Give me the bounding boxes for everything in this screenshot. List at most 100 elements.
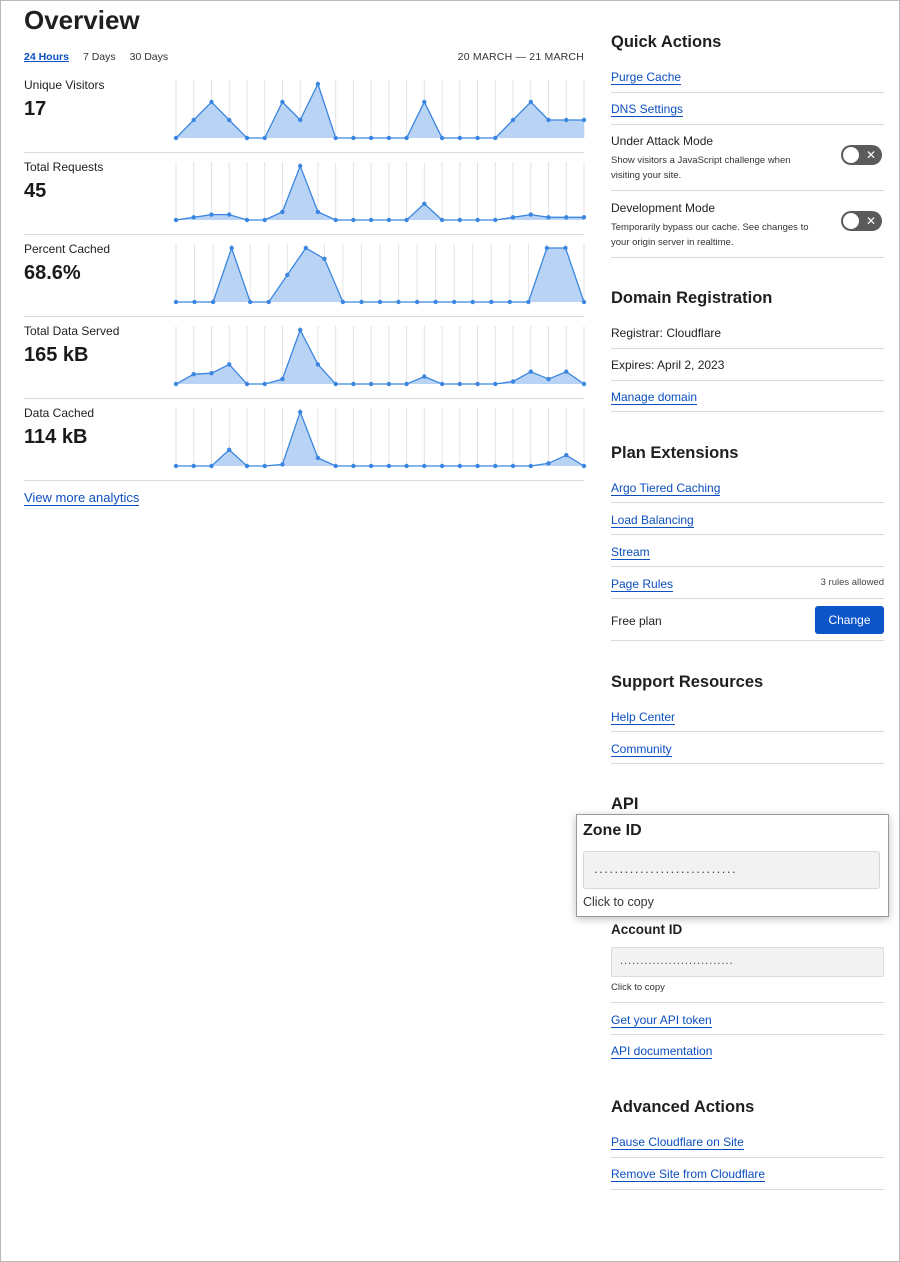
data-point xyxy=(351,217,356,223)
data-point xyxy=(333,217,338,223)
tab-7-days[interactable]: 7 Days xyxy=(83,51,116,63)
data-point xyxy=(173,135,179,141)
manage-domain-link[interactable]: Manage domain xyxy=(611,390,698,405)
get-api-token-link[interactable]: Get your API token xyxy=(611,1013,712,1028)
manage-domain-row: Manage domain xyxy=(611,381,884,412)
account-id-copy-hint[interactable]: Click to copy xyxy=(611,982,665,993)
data-point xyxy=(315,81,321,87)
data-point xyxy=(546,215,551,220)
account-id-field[interactable]: ............................ xyxy=(611,947,884,977)
data-point xyxy=(510,117,516,123)
dns-settings-row: DNS Settings xyxy=(611,93,884,125)
data-point xyxy=(475,217,480,223)
toggle-knob xyxy=(843,147,859,163)
data-point xyxy=(422,374,427,379)
date-range: 20 MARCH — 21 MARCH xyxy=(457,51,584,63)
pause-cloudflare-link[interactable]: Pause Cloudflare on Site xyxy=(611,1135,744,1150)
under-attack-title: Under Attack Mode xyxy=(611,134,714,148)
zone-id-field[interactable]: ............................ xyxy=(583,851,880,889)
registrar-text: Registrar: Cloudflare xyxy=(611,326,722,340)
data-point xyxy=(510,215,516,220)
data-point xyxy=(439,381,445,387)
data-point xyxy=(262,381,267,387)
dev-mode-toggle[interactable]: ✕ xyxy=(841,211,882,231)
data-point xyxy=(227,362,232,367)
account-copy-row: Click to copy xyxy=(611,977,884,1003)
zone-id-copy-hint[interactable]: Click to copy xyxy=(583,895,654,909)
percent-cached-sparkline xyxy=(173,244,587,305)
remove-site-link[interactable]: Remove Site from Cloudflare xyxy=(611,1167,766,1182)
data-point xyxy=(368,135,374,141)
data-point xyxy=(209,99,214,105)
stream-row: Stream xyxy=(611,535,884,567)
api-token-row: Get your API token xyxy=(611,1003,884,1035)
data-point xyxy=(493,381,498,387)
api-docs-row: API documentation xyxy=(611,1035,884,1067)
data-point xyxy=(333,135,338,141)
total-requests-sparkline xyxy=(173,162,587,223)
data-point xyxy=(404,463,409,469)
under-attack-toggle[interactable]: ✕ xyxy=(841,145,882,165)
plan-row: Free plan Change xyxy=(611,599,884,641)
community-row: Community xyxy=(611,732,884,764)
data-point xyxy=(581,215,587,220)
data-point xyxy=(422,463,427,469)
load-balancing-link[interactable]: Load Balancing xyxy=(611,513,694,528)
data-point xyxy=(475,135,480,141)
data-point xyxy=(528,463,533,469)
stream-link[interactable]: Stream xyxy=(611,545,650,560)
community-link[interactable]: Community xyxy=(611,742,672,757)
metric-percent-cached: Percent Cached 68.6% xyxy=(24,235,587,317)
api-title: API xyxy=(611,795,639,813)
data-point xyxy=(191,215,196,220)
data-point xyxy=(298,409,303,415)
page-rules-link[interactable]: Page Rules xyxy=(611,577,674,592)
tab-24-hours[interactable]: 24 Hours xyxy=(24,51,69,63)
data-point xyxy=(298,117,303,123)
data-point xyxy=(563,245,568,251)
argo-row: Argo Tiered Caching xyxy=(611,472,884,503)
data-point xyxy=(209,212,214,217)
data-point xyxy=(285,272,290,278)
data-point xyxy=(173,381,179,387)
unique-visitors-sparkline xyxy=(173,80,587,141)
data-point xyxy=(173,217,179,223)
data-point xyxy=(210,299,216,305)
area-fill xyxy=(176,166,584,220)
plan-extensions-title: Plan Extensions xyxy=(611,444,739,462)
data-point xyxy=(528,99,533,105)
data-point xyxy=(315,362,321,367)
data-point xyxy=(581,117,587,123)
data-point xyxy=(457,381,462,387)
data-point xyxy=(544,245,550,251)
view-more-analytics-link[interactable]: View more analytics xyxy=(24,490,140,506)
data-point xyxy=(368,463,374,469)
data-point xyxy=(581,381,587,387)
data-point xyxy=(298,163,303,169)
metric-unique-visitors: Unique Visitors 17 xyxy=(24,71,587,153)
metric-value: 165 kB xyxy=(24,344,89,366)
data-point xyxy=(475,381,480,387)
data-point xyxy=(433,299,438,305)
data-point xyxy=(470,299,475,305)
argo-tiered-caching-link[interactable]: Argo Tiered Caching xyxy=(611,481,721,496)
close-icon: ✕ xyxy=(865,214,876,228)
change-plan-button[interactable]: Change xyxy=(815,606,884,634)
data-point xyxy=(386,217,392,223)
data-point xyxy=(475,463,480,469)
under-attack-desc: Show visitors a JavaScript challenge whe… xyxy=(611,155,791,181)
tab-30-days[interactable]: 30 Days xyxy=(130,51,169,63)
metric-total-data-served: Total Data Served 165 kB xyxy=(24,317,587,399)
page-rules-note: 3 rules allowed xyxy=(820,577,884,588)
under-attack-row: Under Attack Mode Show visitors a JavaSc… xyxy=(611,125,884,191)
data-point xyxy=(510,463,516,469)
help-center-link[interactable]: Help Center xyxy=(611,710,676,725)
api-documentation-link[interactable]: API documentation xyxy=(611,1044,713,1059)
data-point xyxy=(244,463,250,469)
data-point xyxy=(414,299,420,305)
data-point xyxy=(191,372,196,377)
data-point xyxy=(368,381,374,387)
dns-settings-link[interactable]: DNS Settings xyxy=(611,102,684,117)
purge-cache-link[interactable]: Purge Cache xyxy=(611,70,682,85)
data-point xyxy=(173,463,179,469)
